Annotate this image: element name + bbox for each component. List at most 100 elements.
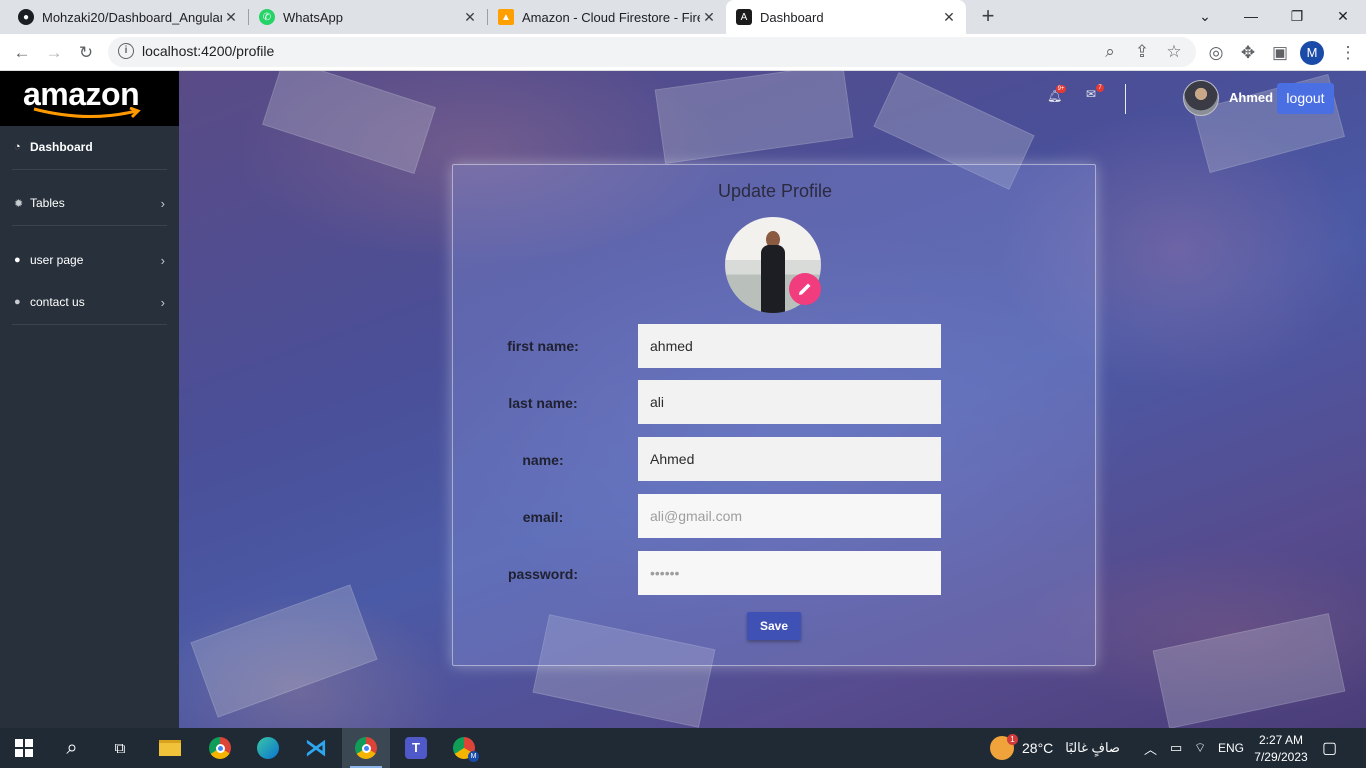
mail-icon[interactable]: ✉ (1086, 87, 1096, 101)
forward-arrow-icon[interactable]: → (40, 39, 68, 67)
tab-search-chevron-down-icon[interactable]: ⌄ (1182, 0, 1228, 32)
chevron-up-icon[interactable]: ︿ (1144, 728, 1157, 768)
last-name-label: last name: (508, 395, 578, 411)
windows-logo-icon (15, 739, 33, 757)
save-button[interactable]: Save (747, 612, 801, 640)
tab-title: Amazon - Cloud Firestore - Fireb (522, 9, 700, 25)
weather-widget[interactable]: 1 28°C صافٍ غالبًا (990, 728, 1120, 768)
clock[interactable]: 2:27 AM 7/29/2023 (1252, 728, 1310, 768)
background-banknote (654, 71, 854, 164)
reload-icon[interactable]: ↻ (72, 39, 100, 67)
close-window-button[interactable]: ✕ (1320, 0, 1366, 32)
email-label: email: (522, 509, 564, 525)
header-divider (1125, 84, 1126, 114)
whatsapp-icon: ✆ (259, 9, 275, 25)
share-icon[interactable]: ⇪ (1128, 38, 1156, 66)
close-icon[interactable]: ✕ (222, 9, 240, 26)
battery-icon[interactable]: ▭ (1170, 728, 1182, 768)
site-info-icon[interactable]: i (118, 43, 134, 59)
user-name: Ahmed (1229, 90, 1274, 105)
tab-github[interactable]: ● Mohzaki20/Dashboard_Angular ✕ (8, 0, 248, 34)
sidebar-item-label: Dashboard (30, 140, 93, 154)
users-icon: ● (14, 296, 21, 308)
close-icon[interactable]: ✕ (461, 9, 479, 26)
new-tab-button[interactable]: + (976, 4, 1000, 28)
dashboard-icon: ◔ (14, 141, 21, 153)
weather-text: صافٍ غالبًا (1065, 740, 1120, 755)
restore-button[interactable]: ❐ (1274, 0, 1320, 32)
sidebar-item-label: user page (30, 253, 84, 267)
task-view-icon[interactable]: ⧉ (96, 728, 144, 768)
page-title: Update Profile (717, 181, 833, 201)
profile-avatar-button[interactable]: M (1300, 41, 1324, 65)
divider (12, 324, 167, 325)
email-input[interactable] (638, 494, 941, 538)
search-icon[interactable]: ⌕ (48, 728, 96, 768)
mail-badge: 7 (1096, 84, 1104, 92)
logout-button[interactable]: logout (1277, 83, 1334, 114)
browser-tab-strip: ● Mohzaki20/Dashboard_Angular ✕ ✆ WhatsA… (0, 0, 1366, 34)
close-icon[interactable]: ✕ (700, 9, 718, 26)
sidebar-item-contact-us[interactable]: ● contact us › (0, 282, 179, 322)
chevron-right-icon: › (160, 252, 165, 268)
vscode-icon[interactable]: ⋊ (292, 728, 340, 768)
extension-ring-icon[interactable]: ◎ (1202, 39, 1230, 67)
bookmark-star-icon[interactable]: ☆ (1160, 38, 1188, 66)
puzzle-extensions-icon[interactable]: ✥ (1234, 39, 1262, 67)
tab-whatsapp[interactable]: ✆ WhatsApp ✕ (249, 0, 487, 34)
background-banknote (1152, 613, 1346, 728)
password-input[interactable] (638, 551, 941, 595)
notification-center-icon[interactable]: ▢ (1322, 728, 1337, 768)
zoom-icon[interactable]: ⌕ (1096, 38, 1124, 66)
tab-firebase[interactable]: ▲ Amazon - Cloud Firestore - Fireb ✕ (488, 0, 726, 34)
teams-icon[interactable]: T (392, 728, 440, 768)
chrome-icon[interactable] (196, 728, 244, 768)
name-input[interactable] (638, 437, 941, 481)
wifi-icon[interactable]: ⌔ (1194, 728, 1206, 768)
time: 2:27 AM (1258, 732, 1304, 747)
chevron-right-icon: › (160, 195, 165, 211)
file-explorer-icon[interactable] (146, 728, 194, 768)
divider (12, 225, 167, 226)
first-name-input[interactable] (638, 324, 941, 368)
kebab-menu-icon[interactable]: ⋮ (1334, 39, 1362, 67)
main-content: 🔔︎ 9+ ✉ 7 Ahmed logout Update Profile fi… (179, 71, 1366, 728)
background-banknote (262, 71, 436, 175)
profile-badge: M (468, 751, 479, 762)
tab-dashboard[interactable]: A Dashboard ✕ (726, 0, 966, 34)
first-name-label: first name: (507, 338, 579, 354)
password-label: password: (507, 566, 578, 582)
sidebar-item-tables[interactable]: ✹ Tables › (0, 183, 179, 223)
address-bar[interactable]: i localhost:4200/profile ⌕ ⇪ ☆ (108, 37, 1196, 67)
temperature: 28°C (1022, 740, 1054, 756)
sidebar-item-dashboard[interactable]: ◔ Dashboard (0, 127, 179, 167)
weather-badge: 1 (1007, 734, 1018, 745)
close-icon[interactable]: ✕ (940, 9, 958, 26)
tab-title: Dashboard (760, 9, 824, 25)
firebase-icon: ▲ (498, 9, 514, 25)
divider (12, 169, 167, 170)
url-text: localhost:4200/profile (142, 43, 275, 59)
notification-badge: 9+ (1056, 85, 1066, 93)
back-arrow-icon[interactable]: ← (8, 39, 36, 67)
language-indicator[interactable]: ENG (1218, 728, 1244, 768)
sidebar-item-user-page[interactable]: ● user page › (0, 240, 179, 280)
chrome-profile-icon[interactable]: M (440, 728, 488, 768)
tab-title: Mohzaki20/Dashboard_Angular (42, 9, 222, 25)
chrome-active-icon[interactable] (342, 728, 390, 768)
last-name-input[interactable] (638, 380, 941, 424)
minimize-button[interactable]: — (1228, 0, 1274, 32)
windows-taskbar: ⌕ ⧉ ⋊ T M 1 28°C صافٍ غالبًا ︿ ▭ ⌔ ENG 2… (0, 728, 1366, 768)
amazon-logo[interactable]: amazon (0, 71, 179, 126)
side-panel-icon[interactable]: ▣ (1266, 39, 1294, 67)
name-label: name: (522, 452, 564, 468)
amazon-smile-icon (33, 107, 141, 119)
gear-icon: ✹ (14, 197, 24, 210)
start-button[interactable] (0, 728, 48, 768)
avatar[interactable] (1183, 80, 1219, 116)
browser-toolbar: ← → ↻ i localhost:4200/profile ⌕ ⇪ ☆ ◎ ✥… (0, 34, 1366, 71)
edge-icon[interactable] (244, 728, 292, 768)
tab-title: WhatsApp (283, 9, 343, 25)
user-icon: ● (14, 254, 21, 266)
edit-photo-button[interactable] (789, 273, 821, 305)
